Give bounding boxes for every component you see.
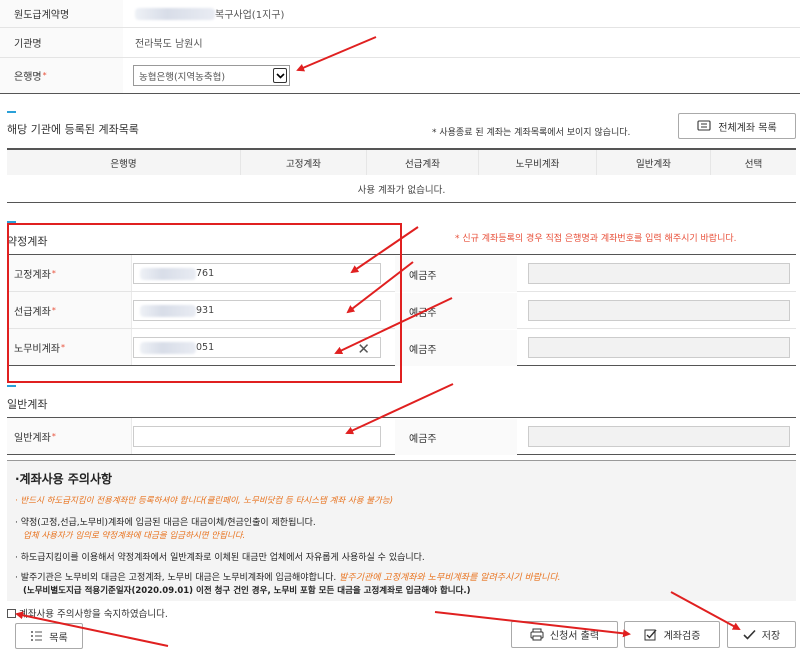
- agree-label: 계좌사용 주의사항을 숙지하였습니다.: [19, 609, 168, 620]
- save-button-label: 저장: [761, 631, 781, 642]
- verify-button[interactable]: 계좌검증: [624, 621, 720, 648]
- notice-line-2b: 업체 사용자가 임의로 약정계좌에 대금을 입금하시면 안됩니다.: [23, 531, 246, 541]
- check-icon: [743, 629, 756, 640]
- section-accent: [7, 111, 16, 113]
- general-depositor-label: 예금주: [395, 419, 517, 455]
- col-general: 일반계좌: [597, 150, 711, 175]
- accounts-table-header: 은행명 고정계좌 선급계좌 노무비계좌 일반계좌 선택: [7, 148, 796, 175]
- notice-line-4b: 발주기관에 고정계좌와 노무비계좌를 알려주시기 바랍니다.: [339, 573, 561, 583]
- col-select: 선택: [744, 158, 763, 170]
- bank-selected-value: 농협은행(지역농축협): [139, 71, 226, 83]
- labor-depositor-input[interactable]: [528, 337, 790, 358]
- general-depositor-input[interactable]: [528, 426, 790, 447]
- notice-line-3: · 하도급지킴이를 이용해서 약정계좌에서 일반계좌로 이체된 대금만 업체에서…: [15, 553, 425, 563]
- section-accent: [7, 385, 16, 387]
- bank-label: 은행명 *: [0, 58, 123, 93]
- col-advance: 선급계좌: [367, 150, 479, 175]
- advance-depositor-label: 예금주: [395, 293, 517, 329]
- print-button-label: 신청서 출력: [549, 631, 600, 642]
- notice-box: ·계좌사용 주의사항 · 반드시 하도급지킴이 전용계좌만 등록하셔야 합니다(…: [7, 460, 796, 601]
- registered-accounts-title: 해당 기관에 등록된 계좌목록: [7, 123, 139, 136]
- bank-row: 은행명 *: [0, 58, 800, 94]
- agency-label: 기관명: [0, 28, 123, 57]
- agree-checkbox[interactable]: [7, 608, 16, 618]
- col-fixed: 고정계좌: [241, 150, 367, 175]
- required-mark: *: [51, 431, 56, 441]
- all-accounts-button[interactable]: 전체계좌 목록: [678, 113, 796, 139]
- blurred-text: [135, 7, 215, 20]
- list-icon: [31, 631, 43, 641]
- notice-line-1: · 반드시 하도급지킴이 전용계좌만 등록하셔야 합니다(클린페이, 노무비닷컴…: [15, 496, 394, 506]
- general-label-text: 일반계좌: [14, 432, 51, 444]
- list-button-label: 목록: [49, 632, 68, 644]
- chevron-down-icon[interactable]: [273, 68, 287, 83]
- agency-value: 전라북도 남원시: [135, 39, 203, 50]
- contract-name-value: 복구사업(1지구): [123, 6, 284, 21]
- fixed-depositor-input[interactable]: [528, 263, 790, 284]
- list-icon: [697, 120, 711, 131]
- list-button[interactable]: 목록: [15, 623, 83, 649]
- registered-note: * 사용종료 된 계좌는 계좌목록에서 보이지 않습니다.: [432, 128, 631, 138]
- save-button[interactable]: 저장: [727, 621, 796, 648]
- fixed-depositor-label: 예금주: [395, 256, 517, 292]
- agency-row: 기관명 전라북도 남원시: [0, 28, 800, 58]
- verify-button-label: 계좌검증: [663, 631, 701, 642]
- general-account-label: 일반계좌 *: [7, 418, 132, 454]
- contract-name-suffix: 복구사업(1지구): [215, 10, 285, 21]
- notice-title: ·계좌사용 주의사항: [15, 472, 113, 486]
- bank-select[interactable]: 농협은행(지역농축협): [133, 65, 290, 86]
- col-bank: 은행명: [7, 150, 241, 175]
- bank-label-text: 은행명: [14, 72, 42, 83]
- col-labor: 노무비계좌: [479, 150, 597, 175]
- annotation-box: [7, 223, 402, 383]
- required-mark: *: [42, 71, 47, 80]
- new-account-notice: * 신규 계좌등록의 경우 직접 은행명과 계좌번호를 입력 해주시기 바랍니다…: [455, 234, 737, 244]
- all-accounts-label: 전체계좌 목록: [718, 122, 777, 134]
- print-button[interactable]: 신청서 출력: [511, 621, 618, 648]
- notice-line-4a: · 발주기관은 노무비외 대금은 고정계좌, 노무비 대금은 노무비계좌에 입금…: [15, 573, 337, 583]
- checkbox-edit-icon: [644, 629, 657, 641]
- agree-checkbox-row[interactable]: 계좌사용 주의사항을 숙지하였습니다.: [7, 606, 168, 620]
- contract-name-row: 원도급계약명 복구사업(1지구): [0, 0, 800, 28]
- empty-message: 사용 계좌가 없습니다.: [7, 175, 796, 203]
- advance-depositor-input[interactable]: [528, 300, 790, 321]
- notice-line-4: · 발주기관은 노무비외 대금은 고정계좌, 노무비 대금은 노무비계좌에 입금…: [15, 570, 560, 583]
- notice-line-5: (노무비별도지급 적용기준일자(2020.09.01) 이전 청구 건인 경우,…: [23, 586, 471, 596]
- labor-depositor-label: 예금주: [395, 330, 517, 366]
- general-accounts-title: 일반계좌: [7, 398, 48, 411]
- contract-name-label: 원도급계약명: [0, 0, 123, 27]
- printer-icon: [530, 628, 544, 641]
- notice-line-2: · 약정(고정,선급,노무비)계좌에 입금된 대금은 대금이체/현금인출이 제한…: [15, 518, 316, 528]
- general-account-input[interactable]: [133, 426, 381, 447]
